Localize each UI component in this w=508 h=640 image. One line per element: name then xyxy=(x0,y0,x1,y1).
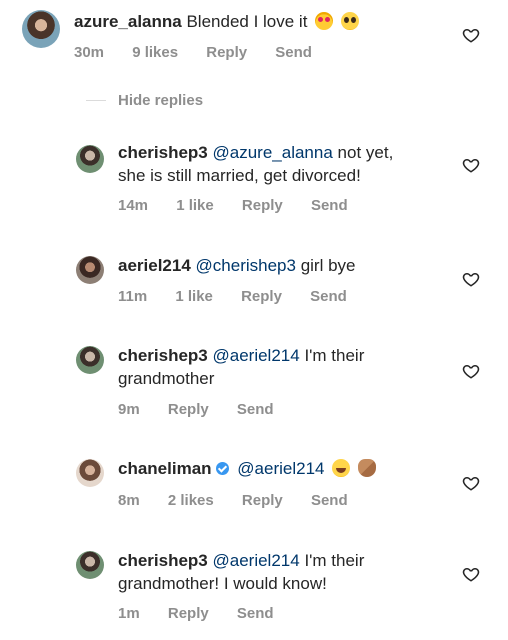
heart-eyes-emoji-icon xyxy=(315,12,334,30)
username[interactable]: azure_alanna xyxy=(74,12,182,31)
heart-icon[interactable] xyxy=(462,270,480,288)
timestamp: 1m xyxy=(118,605,140,622)
heart-icon[interactable] xyxy=(462,26,480,44)
verified-badge-icon xyxy=(215,462,229,475)
username[interactable]: cherishep3 xyxy=(118,551,208,570)
likes-count[interactable]: 1 like xyxy=(175,288,213,305)
likes-count[interactable]: 2 likes xyxy=(168,492,214,509)
timestamp: 11m xyxy=(118,288,148,305)
clapping-hands-emoji-icon xyxy=(357,459,376,477)
comment-text: grandmother! I would know! xyxy=(118,574,327,593)
send-button[interactable]: Send xyxy=(237,605,274,622)
comment-text: I'm their xyxy=(304,551,365,570)
comment-body: cherishep3 @aeriel214 I'm their grandmot… xyxy=(118,549,364,595)
avatar[interactable] xyxy=(76,346,104,374)
timestamp: 14m xyxy=(118,197,149,214)
username[interactable]: chaneliman xyxy=(118,459,212,478)
comment-body: cherishep3 @aeriel214 I'm their grandmot… xyxy=(118,344,364,390)
comment-meta: 1m Reply Send xyxy=(118,605,298,622)
reply-button[interactable]: Reply xyxy=(242,492,283,509)
comment-text: not yet, xyxy=(337,143,394,162)
avatar[interactable] xyxy=(76,551,104,579)
reply-button[interactable]: Reply xyxy=(242,197,283,214)
send-button[interactable]: Send xyxy=(275,44,312,61)
likes-count[interactable]: 1 like xyxy=(176,197,214,214)
likes-count[interactable]: 9 likes xyxy=(132,44,178,61)
send-button[interactable]: Send xyxy=(310,288,347,305)
comment-meta: 14m 1 like Reply Send xyxy=(118,197,372,214)
mention-link[interactable]: @cherishep3 xyxy=(196,256,296,275)
pleading-face-emoji-icon xyxy=(340,12,359,30)
username[interactable]: cherishep3 xyxy=(118,143,208,162)
comment-text: I'm their xyxy=(304,346,365,365)
comment-meta: 9m Reply Send xyxy=(118,401,298,418)
comment-body: cherishep3 @azure_alanna not yet, she is… xyxy=(118,141,393,187)
comment-text: Blended I love it xyxy=(186,12,308,31)
heart-icon[interactable] xyxy=(462,565,480,583)
comment-meta: 8m 2 likes Reply Send xyxy=(118,492,372,509)
comment-meta: 11m 1 like Reply Send xyxy=(118,288,371,305)
comment-text: girl bye xyxy=(300,256,356,275)
comment-meta: 30m 9 likes Reply Send xyxy=(74,44,336,61)
timestamp: 9m xyxy=(118,401,140,418)
heart-icon[interactable] xyxy=(462,474,480,492)
send-button[interactable]: Send xyxy=(311,197,348,214)
tears-of-joy-emoji-icon xyxy=(332,459,351,477)
reply-button[interactable]: Reply xyxy=(206,44,247,61)
avatar[interactable] xyxy=(22,10,60,48)
timestamp: 30m xyxy=(74,44,105,61)
avatar[interactable] xyxy=(76,145,104,173)
reply-button[interactable]: Reply xyxy=(168,401,209,418)
comment-text: grandmother xyxy=(118,369,215,388)
avatar[interactable] xyxy=(76,256,104,284)
mention-link[interactable]: @aeriel214 xyxy=(237,459,324,478)
username[interactable]: cherishep3 xyxy=(118,346,208,365)
timestamp: 8m xyxy=(118,492,140,509)
send-button[interactable]: Send xyxy=(311,492,348,509)
reply-button[interactable]: Reply xyxy=(241,288,282,305)
comment-body: aeriel214 @cherishep3 girl bye xyxy=(118,254,356,277)
comment-body: azure_alanna Blended I love it xyxy=(74,10,359,33)
heart-icon[interactable] xyxy=(462,156,480,174)
heart-icon[interactable] xyxy=(462,362,480,380)
hide-replies-button[interactable]: Hide replies xyxy=(118,92,203,109)
comment-text: she is still married, get divorced! xyxy=(118,166,361,185)
avatar[interactable] xyxy=(76,459,104,487)
username[interactable]: aeriel214 xyxy=(118,256,191,275)
mention-link[interactable]: @aeriel214 xyxy=(213,346,300,365)
mention-link[interactable]: @azure_alanna xyxy=(213,143,333,162)
send-button[interactable]: Send xyxy=(237,401,274,418)
comment-body: chaneliman @aeriel214 xyxy=(118,457,376,480)
reply-button[interactable]: Reply xyxy=(168,605,209,622)
hide-replies-divider xyxy=(86,100,106,101)
mention-link[interactable]: @aeriel214 xyxy=(213,551,300,570)
